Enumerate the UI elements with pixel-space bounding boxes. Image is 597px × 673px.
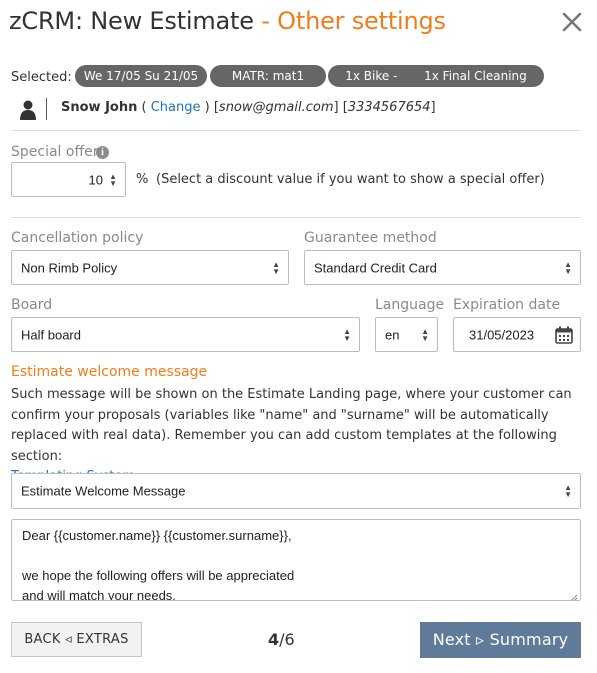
divider — [11, 217, 581, 218]
change-customer-link[interactable]: Change — [151, 100, 201, 115]
next-summary-button[interactable]: Next ▹ Summary — [420, 622, 581, 658]
info-icon[interactable]: i — [96, 146, 109, 159]
welcome-message-text: Dear {{customer.name}} {{customer.surnam… — [22, 528, 295, 601]
welcome-section-title: Estimate welcome message — [11, 364, 208, 380]
user-icon — [20, 100, 36, 120]
title-main: zCRM: New Estimate — [9, 7, 254, 35]
customer-name: Snow John — [61, 100, 138, 115]
customer-info: Snow John ( Change ) [snow@gmail.com] [3… — [61, 100, 436, 115]
modal-title: zCRM: New Estimate - Other settings — [9, 7, 446, 35]
step-indicator: 4/6 — [268, 630, 295, 649]
welcome-template-select[interactable]: Estimate Welcome Message ▲ ▼ — [11, 473, 581, 509]
paren-open: ( — [137, 100, 151, 115]
welcome-message-textarea[interactable]: Dear {{customer.name}} {{customer.surnam… — [11, 519, 581, 601]
expiration-input[interactable]: 31/05/2023 — [453, 317, 581, 352]
selected-label: Selected: — [11, 70, 72, 85]
stepper-arrows-icon[interactable]: ▲ ▼ — [109, 172, 117, 187]
special-offer-unit: % — [136, 172, 149, 187]
select-arrows-icon: ▲ ▼ — [272, 259, 280, 276]
cancellation-label: Cancellation policy — [11, 230, 144, 246]
title-accent: - Other settings — [253, 7, 446, 35]
step-total: /6 — [279, 630, 295, 649]
language-select[interactable]: en ▲ ▼ — [375, 317, 438, 352]
select-arrows-icon: ▲ ▼ — [343, 326, 351, 343]
special-offer-value: 10 — [88, 172, 103, 187]
language-value: en — [385, 327, 400, 342]
special-offer-input[interactable]: 10 ▲ ▼ — [11, 162, 126, 197]
paren-close: ) — [200, 100, 214, 115]
back-extras-button[interactable]: BACK ◃ EXTRAS — [11, 622, 142, 657]
guarantee-select[interactable]: Standard Credit Card ▲ ▼ — [304, 250, 581, 285]
selected-dates-pill: We 17/05 Su 21/05 — [75, 65, 207, 87]
customer-phone: 3334567654 — [347, 100, 431, 115]
guarantee-label: Guarantee method — [304, 230, 437, 246]
language-label: Language — [375, 297, 445, 313]
close-icon[interactable] — [560, 10, 584, 34]
board-label: Board — [11, 297, 53, 313]
customer-email: snow@gmail.com — [218, 100, 334, 115]
welcome-description-text: Such message will be shown on the Estima… — [11, 387, 572, 464]
expiration-label: Expiration date — [453, 297, 561, 313]
selected-extras-pill: 1x Bike - 1x Final Cleaning — [328, 65, 544, 87]
cancellation-select[interactable]: Non Rimb Policy ▲ ▼ — [11, 250, 289, 285]
resize-grip-icon[interactable] — [569, 589, 578, 600]
special-offer-label: Special offer — [11, 144, 99, 160]
guarantee-value: Standard Credit Card — [314, 260, 437, 275]
step-current: 4 — [268, 630, 280, 649]
board-select[interactable]: Half board ▲ ▼ — [11, 317, 360, 352]
select-arrows-icon: ▲ ▼ — [421, 326, 429, 343]
select-arrows-icon: ▲ ▼ — [564, 259, 572, 276]
welcome-template-value: Estimate Welcome Message — [21, 483, 186, 499]
selected-matr-pill: MATR: mat1 — [210, 65, 326, 87]
board-value: Half board — [21, 327, 81, 342]
customer-divider — [46, 98, 47, 120]
expiration-value: 31/05/2023 — [469, 327, 535, 342]
cancellation-value: Non Rimb Policy — [21, 260, 118, 275]
special-offer-help: (Select a discount value if you want to … — [156, 172, 545, 187]
calendar-icon[interactable] — [555, 326, 573, 347]
select-arrows-icon: ▲ ▼ — [564, 483, 572, 499]
divider — [11, 130, 581, 131]
